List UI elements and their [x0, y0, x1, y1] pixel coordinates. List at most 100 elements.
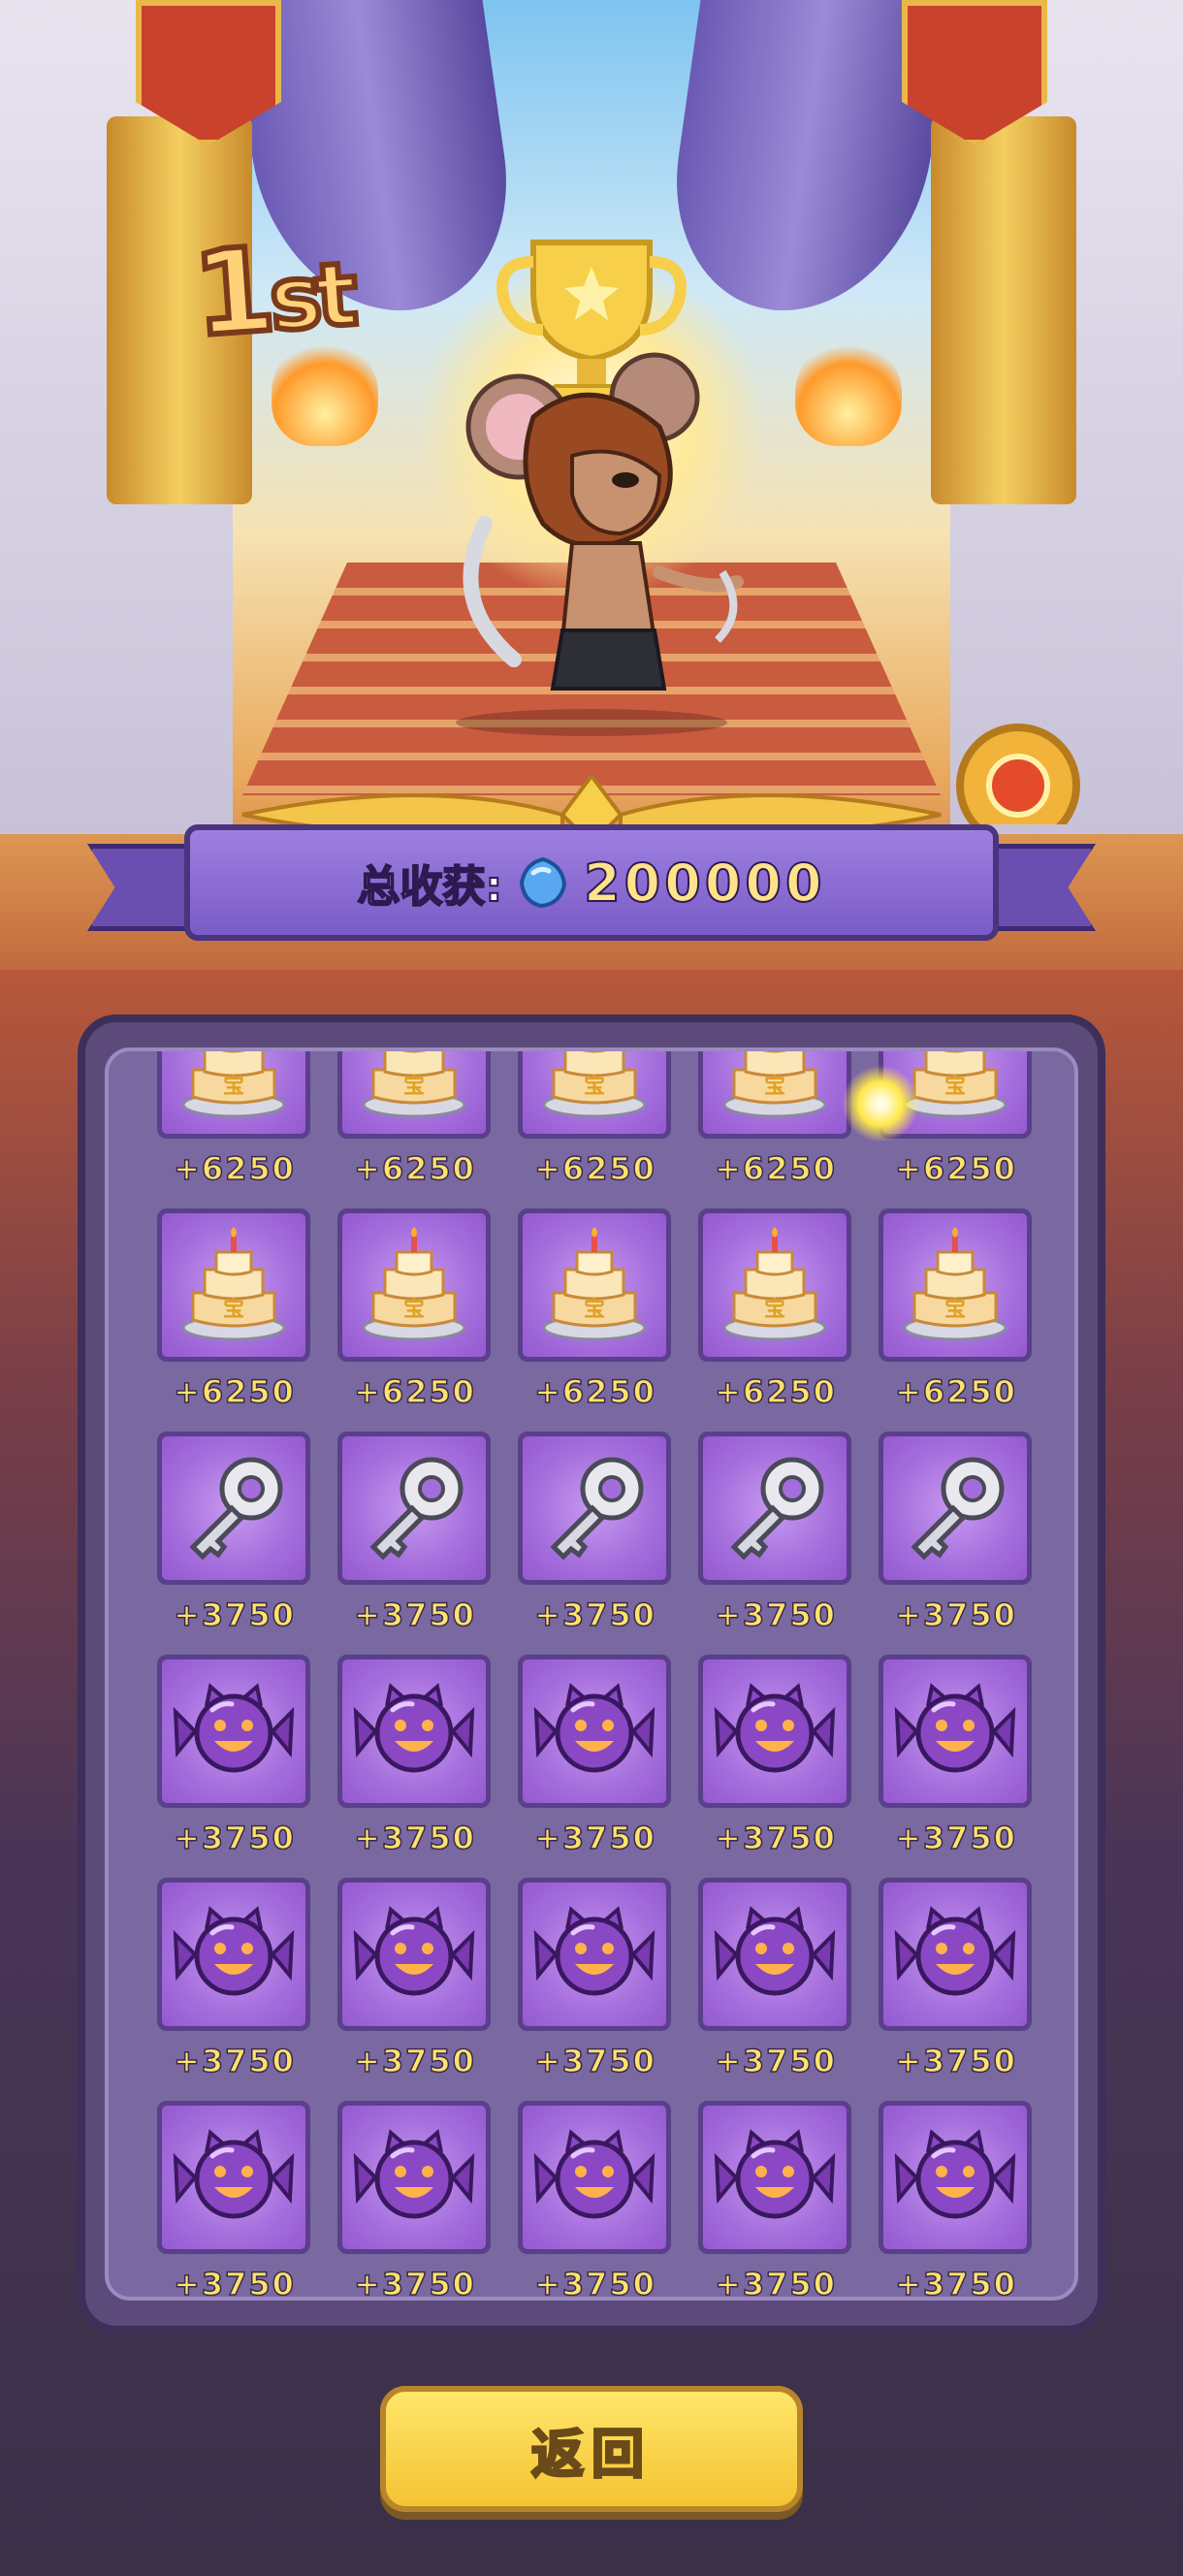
- cake-icon: [713, 1223, 837, 1347]
- candy-icon: [713, 2115, 837, 2239]
- candy-icon: [893, 1669, 1017, 1793]
- reward-amount: +3750: [353, 2265, 476, 2301]
- reward-tile[interactable]: [337, 1655, 491, 1808]
- reward-item[interactable]: +3750: [698, 1655, 853, 1857]
- candy-icon: [532, 1669, 656, 1793]
- reward-amount: +6250: [173, 1372, 296, 1411]
- reward-item[interactable]: +6250: [157, 1047, 312, 1188]
- reward-amount: +3750: [173, 1595, 296, 1634]
- sparkle-effect-icon: [842, 1065, 919, 1143]
- reward-amount: +6250: [353, 1372, 476, 1411]
- reward-tile[interactable]: [337, 1047, 491, 1139]
- reward-item[interactable]: +3750: [518, 1655, 673, 1857]
- right-pillar: [931, 116, 1076, 504]
- blue-gem-icon: [520, 856, 567, 909]
- reward-item[interactable]: +3750: [879, 2101, 1034, 2297]
- reward-tile[interactable]: [879, 2101, 1032, 2254]
- reward-item[interactable]: +6250: [157, 1208, 312, 1411]
- cake-icon: [172, 1223, 296, 1347]
- cake-icon: [532, 1223, 656, 1347]
- reward-item[interactable]: +3750: [157, 1655, 312, 1857]
- reward-tile[interactable]: [157, 1655, 310, 1808]
- reward-item[interactable]: +3750: [518, 1878, 673, 2080]
- reward-tile[interactable]: [698, 1432, 851, 1585]
- reward-amount: +3750: [173, 1819, 296, 1857]
- reward-item[interactable]: +3750: [337, 1432, 493, 1634]
- cake-icon: [352, 1223, 476, 1347]
- reward-item[interactable]: +3750: [698, 1878, 853, 2080]
- reward-tile[interactable]: [698, 2101, 851, 2254]
- key-icon: [713, 1446, 837, 1570]
- reward-tile[interactable]: [879, 1878, 1032, 2031]
- reward-item[interactable]: +6250: [698, 1208, 853, 1411]
- candy-icon: [893, 2115, 1017, 2239]
- reward-item[interactable]: +3750: [157, 1878, 312, 2080]
- reward-item[interactable]: +3750: [879, 1878, 1034, 2080]
- reward-tile[interactable]: [337, 1432, 491, 1585]
- reward-tile[interactable]: [157, 2101, 310, 2254]
- reward-tile[interactable]: [518, 1878, 671, 2031]
- reward-item[interactable]: +6250: [698, 1051, 853, 1188]
- reward-amount: +6250: [533, 1149, 656, 1188]
- right-torch-fire-icon: [795, 339, 902, 446]
- reward-tile[interactable]: [518, 1208, 671, 1362]
- reward-amount: +3750: [353, 2042, 476, 2080]
- candy-icon: [352, 1892, 476, 2016]
- cake-icon: [172, 1047, 296, 1124]
- reward-tile[interactable]: [879, 1655, 1032, 1808]
- reward-item[interactable]: +3750: [337, 1878, 493, 2080]
- reward-tile[interactable]: [879, 1432, 1032, 1585]
- cake-icon: [352, 1047, 476, 1124]
- reward-amount: +3750: [353, 1819, 476, 1857]
- reward-tile[interactable]: [698, 1208, 851, 1362]
- reward-amount: +3750: [894, 2042, 1017, 2080]
- reward-tile[interactable]: [698, 1051, 851, 1139]
- reward-item[interactable]: +3750: [157, 1432, 312, 1634]
- reward-amount: +3750: [894, 1819, 1017, 1857]
- rank-number: 1: [186, 220, 276, 366]
- return-button-label: 返回: [530, 2422, 652, 2486]
- reward-amount: +3750: [353, 1595, 476, 1634]
- reward-item[interactable]: +3750: [698, 2101, 853, 2297]
- total-band: 总收获: 200000: [184, 824, 999, 941]
- reward-amount: +3750: [173, 2265, 296, 2301]
- reward-tile[interactable]: [337, 1208, 491, 1362]
- candy-icon: [172, 2115, 296, 2239]
- reward-item[interactable]: +6250: [337, 1208, 493, 1411]
- reward-item[interactable]: +6250: [518, 1051, 673, 1188]
- reward-item[interactable]: +3750: [698, 1432, 853, 1634]
- reward-amount: +3750: [533, 2042, 656, 2080]
- reward-item[interactable]: +3750: [879, 1655, 1034, 1857]
- candy-icon: [713, 1892, 837, 2016]
- reward-tile[interactable]: [518, 2101, 671, 2254]
- reward-item[interactable]: +3750: [879, 1432, 1034, 1634]
- reward-item[interactable]: +3750: [337, 2101, 493, 2301]
- reward-tile[interactable]: [337, 2101, 491, 2254]
- reward-item[interactable]: +3750: [518, 2101, 673, 2297]
- reward-item[interactable]: +6250: [879, 1208, 1034, 1411]
- reward-list-viewport[interactable]: +6250 +6250 +6250 +6250 +6250 +6250 +6250 +6250…: [105, 1047, 1078, 2301]
- reward-amount: +6250: [533, 1372, 656, 1411]
- reward-tile[interactable]: [157, 1878, 310, 2031]
- reward-amount: +3750: [173, 2042, 296, 2080]
- reward-tile[interactable]: [157, 1208, 310, 1362]
- reward-tile[interactable]: [337, 1878, 491, 2031]
- reward-tile[interactable]: [698, 1878, 851, 2031]
- reward-item[interactable]: +3750: [157, 2101, 312, 2301]
- reward-tile[interactable]: [518, 1051, 671, 1139]
- reward-item[interactable]: +3750: [337, 1655, 493, 1857]
- reward-tile[interactable]: [518, 1655, 671, 1808]
- return-button[interactable]: 返回: [380, 2386, 803, 2512]
- reward-tile[interactable]: [157, 1432, 310, 1585]
- reward-tile[interactable]: [698, 1655, 851, 1808]
- reward-amount: +3750: [714, 2042, 837, 2080]
- reward-tile[interactable]: [157, 1047, 310, 1139]
- reward-tile[interactable]: [879, 1208, 1032, 1362]
- reward-amount: +6250: [894, 1372, 1017, 1411]
- reward-item[interactable]: +6250: [337, 1047, 493, 1188]
- total-label: 总收获:: [356, 861, 503, 913]
- reward-tile[interactable]: [518, 1432, 671, 1585]
- reward-item[interactable]: +6250: [518, 1208, 673, 1411]
- reward-item[interactable]: +3750: [518, 1432, 673, 1634]
- mouse-character-avatar: [456, 352, 744, 736]
